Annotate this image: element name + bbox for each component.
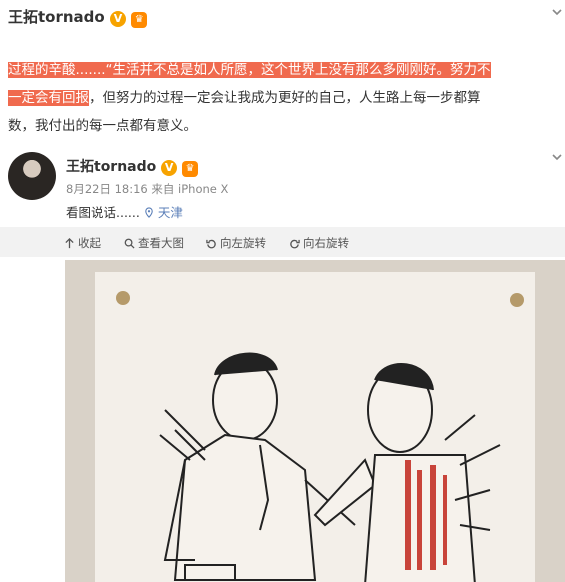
- rotate-right-button[interactable]: 向右旋转: [289, 235, 349, 251]
- location-link[interactable]: 天津: [144, 205, 183, 220]
- member-level-icon: ♛: [182, 161, 199, 177]
- arrow-up-icon: [65, 237, 74, 248]
- view-large-label: 查看大图: [138, 236, 184, 250]
- location-text: 天津: [157, 205, 183, 220]
- post-text: 数，我付出的每一点都有意义。: [8, 118, 197, 134]
- search-icon: [124, 238, 135, 249]
- image-toolbar: 收起 查看大图 向左旋转 向右旋转: [0, 227, 565, 257]
- repost-author-header: 王拓tornado V ♛: [66, 156, 199, 177]
- quoted-post-text: 过程的辛酸.......“生活并不总是如人所愿，这个世界上没有那么多刚刚好。努力…: [8, 56, 565, 140]
- quoted-author-header: 王拓tornado V ♛: [8, 6, 148, 28]
- rotate-right-icon: [290, 239, 300, 248]
- post-caption: 看图说话...... 天津: [66, 202, 183, 221]
- collapse-label: 收起: [78, 236, 101, 250]
- highlighted-text: 过程的辛酸.......“生活并不总是如人所愿，这个世界上没有那么多刚刚好。努力…: [8, 62, 491, 78]
- post-text: ，但努力的过程一定会让我成为更好的自己，人生路上每一步都算: [89, 90, 481, 106]
- caption-text: 看图说话......: [66, 205, 140, 220]
- location-pin-icon: [145, 207, 153, 218]
- rotate-left-button[interactable]: 向左旋转: [206, 235, 266, 251]
- rotate-left-icon: [206, 239, 216, 248]
- rotate-right-label: 向右旋转: [303, 236, 349, 250]
- chevron-down-icon[interactable]: [551, 6, 563, 18]
- post-meta: 8月22日 18:16 来自 iPhone X: [66, 182, 229, 196]
- collapse-button[interactable]: 收起: [64, 235, 101, 251]
- member-level-icon: ♛: [131, 12, 148, 28]
- avatar[interactable]: [8, 152, 56, 200]
- chevron-down-icon[interactable]: [551, 151, 563, 163]
- illustration-artwork: [65, 260, 565, 582]
- post-image[interactable]: [65, 260, 565, 582]
- highlighted-text: 一定会有回报: [8, 90, 89, 106]
- quoted-author-name[interactable]: 王拓tornado: [8, 8, 105, 26]
- repost-author-name[interactable]: 王拓tornado: [66, 159, 156, 175]
- view-large-button[interactable]: 查看大图: [124, 235, 184, 251]
- verified-icon: V: [109, 11, 126, 27]
- verified-icon: V: [161, 160, 178, 176]
- rotate-left-label: 向左旋转: [220, 236, 266, 250]
